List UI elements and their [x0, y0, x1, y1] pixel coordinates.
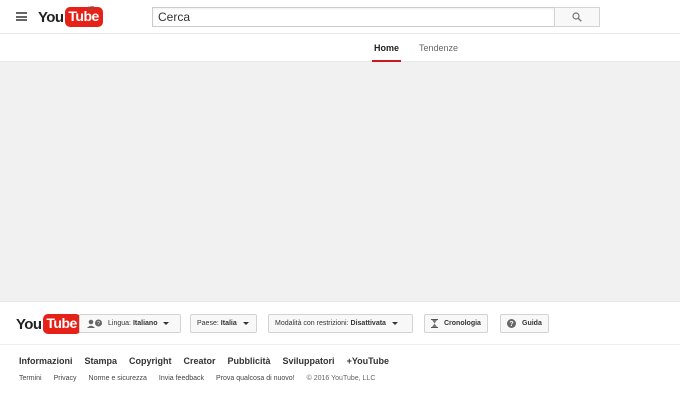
language-icon: ?	[86, 319, 104, 328]
search-icon	[572, 12, 582, 22]
logo-tube-text: Tube	[65, 7, 103, 27]
footer-link-policy-safety[interactable]: Norme e sicurezza	[89, 375, 147, 382]
chevron-down-icon	[391, 322, 398, 325]
footer-link-advertise[interactable]: Pubblicità	[228, 356, 271, 366]
footer: You Tube ? Lingua: Italiano Paese: Itali…	[0, 301, 680, 400]
language-value: Italiano	[132, 320, 158, 327]
footer-link-press[interactable]: Stampa	[85, 356, 118, 366]
country-value: Italia	[220, 320, 237, 327]
restricted-mode-button[interactable]: Modalità con restrizioni: Disattivata	[268, 314, 413, 333]
footer-link-developers[interactable]: Sviluppatori	[283, 356, 335, 366]
help-icon: ?	[507, 319, 516, 328]
footer-primary-links: Informazioni Stampa Copyright Creator Pu…	[19, 356, 401, 366]
history-button[interactable]: Cronologia	[424, 314, 488, 333]
tab-home[interactable]: Home	[371, 34, 402, 62]
footer-link-copyright[interactable]: Copyright	[129, 356, 172, 366]
feed-tabs: Home Tendenze	[0, 34, 680, 62]
country-button[interactable]: Paese: Italia	[190, 314, 257, 333]
footer-link-terms[interactable]: Termini	[19, 375, 42, 382]
language-prefix: Lingua:	[108, 320, 131, 327]
logo-you-text: You	[38, 8, 64, 26]
language-button[interactable]: ? Lingua: Italiano	[79, 314, 181, 333]
chevron-down-icon	[242, 322, 249, 325]
search-box	[152, 7, 554, 27]
footer-link-creators[interactable]: Creator	[184, 356, 216, 366]
footer-link-about[interactable]: Informazioni	[19, 356, 73, 366]
footer-youtube-logo[interactable]: You Tube	[16, 313, 81, 335]
tab-trending[interactable]: Tendenze	[419, 34, 458, 62]
footer-secondary-links: Termini Privacy Norme e sicurezza Invia …	[19, 375, 375, 382]
chevron-down-icon	[163, 322, 170, 325]
masthead: You Tube IT	[0, 0, 680, 34]
help-button[interactable]: ? Guida	[500, 314, 549, 333]
hamburger-menu-icon[interactable]	[16, 12, 27, 21]
restricted-prefix: Modalità con restrizioni:	[275, 320, 349, 327]
country-prefix: Paese:	[197, 320, 219, 327]
restricted-value: Disattivata	[350, 320, 386, 327]
copyright-text: © 2016 YouTube, LLC	[306, 375, 376, 382]
search-button[interactable]	[554, 7, 600, 27]
country-code: IT	[88, 6, 95, 13]
hourglass-icon	[431, 319, 438, 328]
footer-link-try-new[interactable]: Prova qualcosa di nuovo!	[216, 375, 295, 382]
search-input[interactable]	[153, 8, 554, 26]
history-label: Cronologia	[444, 320, 481, 327]
footer-link-privacy[interactable]: Privacy	[54, 375, 77, 382]
footer-link-send-feedback[interactable]: Invia feedback	[159, 375, 204, 382]
footer-logo-you-text: You	[16, 315, 42, 333]
help-label: Guida	[522, 320, 542, 327]
footer-logo-tube-text: Tube	[43, 314, 81, 334]
footer-divider	[0, 344, 680, 345]
footer-link-plus-youtube[interactable]: +YouTube	[347, 356, 389, 366]
main-content	[0, 62, 680, 301]
svg-text:?: ?	[97, 321, 100, 327]
svg-text:?: ?	[509, 321, 513, 328]
